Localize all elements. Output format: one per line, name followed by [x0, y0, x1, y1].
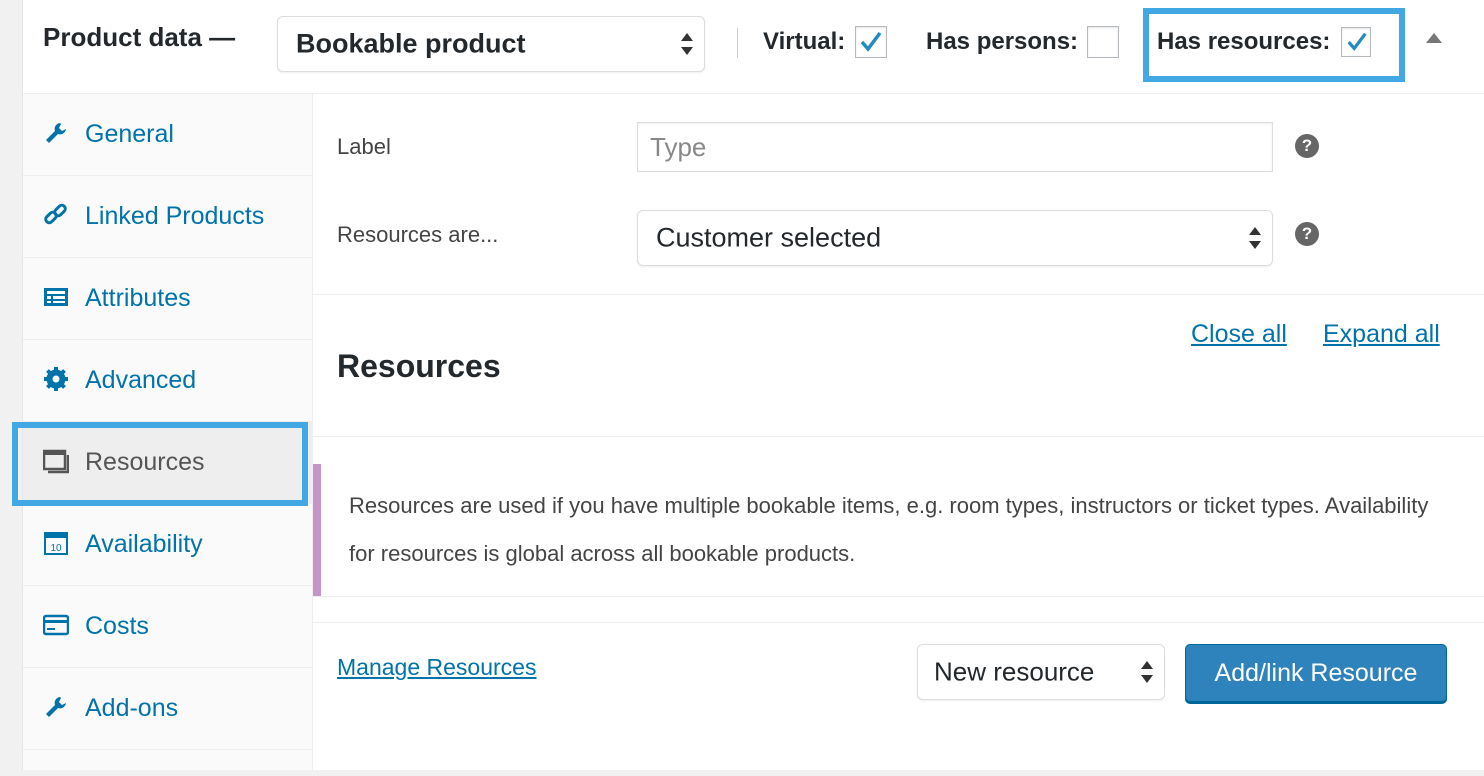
svg-text:10: 10	[50, 543, 62, 554]
notice-text: Resources are used if you have multiple …	[349, 493, 1429, 566]
checkmark-icon	[860, 31, 882, 52]
select-arrows-icon	[1249, 227, 1261, 249]
expand-all-link[interactable]: Expand all	[1323, 320, 1440, 349]
product-data-header: Product data — Bookable product Virtual:…	[23, 0, 1484, 94]
label-input[interactable]	[637, 122, 1273, 172]
tab-availability[interactable]: 10 Availability	[23, 504, 313, 586]
has-persons-checkbox[interactable]	[1087, 26, 1119, 58]
product-data-panel: Product data — Bookable product Virtual:…	[22, 0, 1484, 770]
help-icon[interactable]: ?	[1295, 222, 1319, 246]
select-arrows-icon	[1141, 661, 1153, 683]
has-persons-label: Has persons:	[926, 28, 1079, 55]
label-field-label: Label	[337, 134, 391, 159]
virtual-checkbox[interactable]	[855, 26, 887, 58]
has-resources-highlight	[1143, 8, 1405, 82]
tab-label: Add-ons	[85, 694, 179, 722]
select-arrows-icon	[681, 33, 693, 55]
tab-add-ons[interactable]: Add-ons	[23, 668, 313, 750]
add-link-resource-button[interactable]: Add/link Resource	[1185, 644, 1447, 702]
divider	[313, 294, 1484, 295]
resources-section-title: Resources	[337, 348, 501, 384]
link-icon	[44, 203, 67, 225]
new-resource-value: New resource	[934, 656, 1095, 687]
resources-are-label: Resources are...	[337, 222, 499, 247]
divider	[313, 622, 1484, 623]
virtual-label: Virtual:	[763, 28, 846, 55]
tab-costs[interactable]: Costs	[23, 586, 313, 668]
resources-notice: Resources are used if you have multiple …	[313, 464, 1463, 596]
tab-label: Linked Products	[85, 202, 265, 230]
tab-label: Advanced	[85, 366, 197, 394]
resources-are-value: Customer selected	[656, 222, 882, 253]
panel-title: Product data —	[43, 22, 236, 52]
divider	[313, 436, 1484, 437]
credit-card-icon	[43, 614, 69, 636]
tab-advanced[interactable]: Advanced	[23, 340, 313, 422]
resources-tab-highlight	[12, 422, 308, 506]
tab-label: Attributes	[85, 284, 191, 312]
list-card-icon	[44, 288, 68, 306]
tab-attributes[interactable]: Attributes	[23, 258, 313, 340]
calendar-icon: 10	[44, 532, 68, 555]
wrench-icon	[46, 697, 66, 717]
header-divider	[737, 28, 738, 58]
new-resource-select[interactable]: New resource	[917, 644, 1165, 700]
close-all-link[interactable]: Close all	[1191, 320, 1287, 349]
manage-resources-link[interactable]: Manage Resources	[337, 654, 536, 681]
tab-label: Availability	[85, 530, 203, 558]
resources-are-select[interactable]: Customer selected	[637, 210, 1273, 266]
tab-label: General	[85, 120, 174, 148]
collapse-toggle-icon[interactable]	[1426, 33, 1442, 43]
help-icon[interactable]: ?	[1295, 134, 1319, 158]
tab-label: Costs	[85, 612, 149, 640]
tab-linked-products[interactable]: Linked Products	[23, 176, 313, 258]
product-type-select[interactable]: Bookable product	[277, 16, 705, 72]
divider	[313, 596, 1484, 597]
tab-general[interactable]: General	[23, 94, 313, 176]
product-type-value: Bookable product	[296, 28, 526, 59]
resources-panel: Label ? Resources are... Customer select…	[313, 94, 1484, 770]
gear-icon	[44, 367, 68, 391]
wrench-icon	[46, 123, 66, 143]
